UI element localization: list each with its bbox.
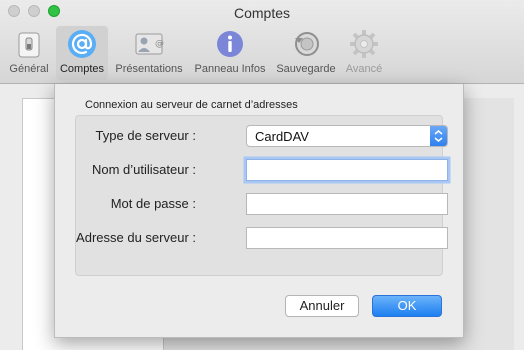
backup-icon — [295, 32, 319, 56]
group-title: Connexion au serveur de carnet d’adresse… — [85, 99, 298, 111]
connection-group-box: Type de serveur : CardDAV Nom d’utilisat… — [75, 115, 448, 276]
toolbar-item-templates[interactable]: @ Présentations — [111, 26, 187, 80]
info-icon — [217, 31, 243, 57]
gear-icon — [350, 30, 378, 58]
toolbar-item-backup[interactable]: Sauvegarde — [272, 26, 340, 80]
password-field[interactable] — [246, 193, 448, 215]
general-switch-icon — [18, 32, 40, 58]
updown-chevron-icon — [430, 126, 447, 146]
address-book-server-sheet: Connexion au serveur de carnet d’adresse… — [54, 84, 464, 338]
toolbar-label-general: Général — [9, 63, 49, 75]
server-type-label: Type de serveur : — [95, 128, 196, 143]
toolbar-item-general[interactable]: Général — [4, 26, 54, 80]
toolbar-label-advanced: Avancé — [345, 63, 383, 75]
toolbar-label-info-panel: Panneau Infos — [194, 63, 266, 75]
toolbar-item-advanced[interactable]: Avancé — [342, 26, 386, 80]
title-bar-toolbar: Comptes Général Comptes @ Présentations … — [0, 0, 524, 84]
server-address-field[interactable] — [246, 227, 448, 249]
toolbar-label-templates: Présentations — [115, 63, 183, 75]
toolbar-item-accounts[interactable]: Comptes — [56, 26, 108, 80]
server-type-select[interactable]: CardDAV — [246, 125, 448, 147]
toolbar-item-info-panel[interactable]: Panneau Infos — [190, 26, 270, 80]
toolbar-label-backup: Sauvegarde — [276, 63, 336, 75]
svg-text:@: @ — [155, 39, 164, 49]
window-title: Comptes — [233, 5, 291, 21]
server-type-value: CardDAV — [255, 129, 309, 144]
ok-button[interactable]: OK — [372, 295, 442, 317]
cancel-button[interactable]: Annuler — [285, 295, 359, 317]
server-address-label: Adresse du serveur : — [76, 230, 196, 245]
templates-icon: @ — [135, 33, 164, 55]
toolbar-label-accounts: Comptes — [59, 63, 105, 75]
at-sign-icon — [68, 30, 96, 58]
username-field[interactable] — [246, 159, 448, 181]
password-label: Mot de passe : — [110, 196, 196, 211]
preferences-window: Comptes Général Comptes @ Présentations … — [0, 0, 524, 350]
username-label: Nom d’utilisateur : — [91, 162, 196, 177]
